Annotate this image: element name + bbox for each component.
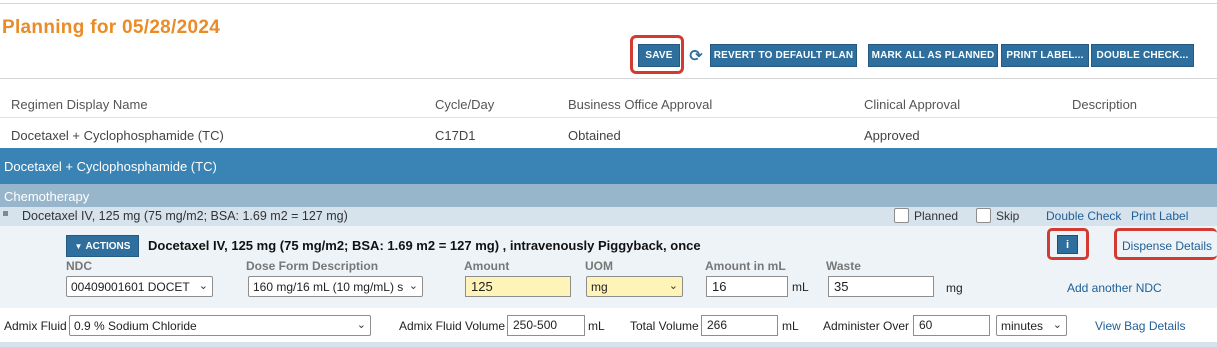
- col-header-regimen: Regimen Display Name: [11, 97, 148, 112]
- admix-volume-input[interactable]: 250-500: [507, 315, 585, 336]
- refresh-icon[interactable]: ⟳: [686, 46, 706, 66]
- info-icon[interactable]: i: [1057, 235, 1078, 254]
- save-highlight: [630, 35, 684, 74]
- uom-label: UOM: [585, 259, 613, 273]
- amount-ml-input[interactable]: 16: [706, 276, 788, 297]
- table-header-divider: [0, 117, 1217, 118]
- ndc-label: NDC: [66, 259, 92, 273]
- next-drug-row-edge: [0, 342, 1217, 347]
- total-volume-unit: mL: [782, 319, 799, 333]
- print-label-link[interactable]: Print Label: [1131, 209, 1188, 223]
- amount-ml-unit: mL: [792, 280, 809, 294]
- page-title: Planning for 05/28/2024: [2, 17, 221, 38]
- double-check-button[interactable]: DOUBLE CHECK...: [1091, 44, 1194, 67]
- total-volume-label: Total Volume: [630, 319, 699, 333]
- col-header-clinical-approval: Clinical Approval: [864, 97, 961, 112]
- regimen-header-bar: Docetaxel + Cyclophosphamide (TC): [0, 148, 1217, 184]
- toolbar-divider: [0, 78, 1217, 79]
- administer-over-input[interactable]: 60: [913, 315, 990, 336]
- administer-unit-value: minutes: [1001, 319, 1044, 333]
- mark-all-planned-button[interactable]: MARK ALL AS PLANNED: [868, 44, 998, 67]
- dispense-details-link[interactable]: Dispense Details: [1122, 239, 1212, 253]
- total-volume-input[interactable]: 266: [701, 315, 778, 336]
- ndc-select[interactable]: 00409001601 DOCET ⌄: [66, 276, 213, 297]
- drug-row: Docetaxel IV, 125 mg (75 mg/m2; BSA: 1.6…: [0, 207, 1217, 226]
- cell-clinical-approval: Approved: [864, 128, 920, 143]
- actions-label: ACTIONS: [85, 240, 131, 252]
- skip-label: Skip: [996, 209, 1020, 223]
- double-check-link[interactable]: Double Check: [1046, 209, 1121, 223]
- amount-input[interactable]: 125: [465, 276, 571, 297]
- amount-ml-label: Amount in mL: [705, 259, 786, 273]
- add-another-ndc-link[interactable]: Add another NDC: [1067, 281, 1162, 295]
- chevron-down-icon: ⌄: [1052, 319, 1062, 331]
- regimen-header-label: Docetaxel + Cyclophosphamide (TC): [4, 159, 217, 174]
- admix-volume-unit: mL: [588, 319, 605, 333]
- drug-name: Docetaxel IV, 125 mg (75 mg/m2; BSA: 1.6…: [22, 209, 348, 223]
- chevron-down-icon: ⌄: [198, 280, 208, 292]
- uom-select[interactable]: mg ⌄: [586, 276, 683, 297]
- cell-cycle-day: C17D1: [435, 128, 476, 143]
- actions-button[interactable]: ▼ ACTIONS: [66, 235, 139, 257]
- print-label-button[interactable]: PRINT LABEL...: [1001, 44, 1089, 67]
- col-header-business-approval: Business Office Approval: [568, 97, 713, 112]
- dose-form-select[interactable]: 160 mg/16 mL (10 mg/mL) s ⌄: [248, 276, 423, 297]
- section-header-bar: Chemotherapy: [0, 184, 1217, 207]
- dose-form-value: 160 mg/16 mL (10 mg/mL) s: [253, 280, 404, 294]
- planned-checkbox[interactable]: [894, 208, 909, 223]
- caret-down-icon: ▼: [74, 241, 83, 251]
- administer-unit-select[interactable]: minutes ⌄: [996, 315, 1067, 336]
- revert-default-plan-button[interactable]: REVERT TO DEFAULT PLAN: [710, 44, 857, 67]
- amount-label: Amount: [464, 259, 510, 273]
- dose-form-label: Dose Form Description: [246, 259, 379, 273]
- admix-volume-label: Admix Fluid Volume: [399, 319, 506, 333]
- admix-fluid-select[interactable]: 0.9 % Sodium Chloride ⌄: [69, 315, 371, 336]
- col-header-description: Description: [1072, 97, 1138, 112]
- cell-business-approval: Obtained: [568, 128, 621, 143]
- ndc-value: 00409001601 DOCET: [71, 280, 190, 294]
- cell-regimen: Docetaxel + Cyclophosphamide (TC): [11, 128, 224, 143]
- top-divider: [0, 3, 1217, 4]
- order-description: Docetaxel IV, 125 mg (75 mg/m2; BSA: 1.6…: [148, 238, 701, 253]
- uom-value: mg: [591, 280, 608, 294]
- admix-fluid-value: 0.9 % Sodium Chloride: [74, 319, 197, 333]
- skip-checkbox[interactable]: [976, 208, 991, 223]
- administer-over-label: Administer Over: [823, 319, 910, 333]
- col-header-cycle-day: Cycle/Day: [435, 97, 495, 112]
- section-header-label: Chemotherapy: [4, 189, 90, 204]
- waste-label: Waste: [826, 259, 861, 273]
- chevron-down-icon: ⌄: [408, 280, 418, 292]
- chevron-down-icon: ⌄: [356, 319, 366, 331]
- waste-input[interactable]: 35: [828, 276, 934, 297]
- waste-unit: mg: [946, 281, 963, 295]
- admix-fluid-label: Admix Fluid: [4, 319, 67, 333]
- view-bag-details-link[interactable]: View Bag Details: [1095, 319, 1186, 333]
- chevron-down-icon: ⌄: [668, 280, 678, 292]
- expand-bullet-icon[interactable]: [3, 211, 8, 216]
- planned-label: Planned: [914, 209, 959, 223]
